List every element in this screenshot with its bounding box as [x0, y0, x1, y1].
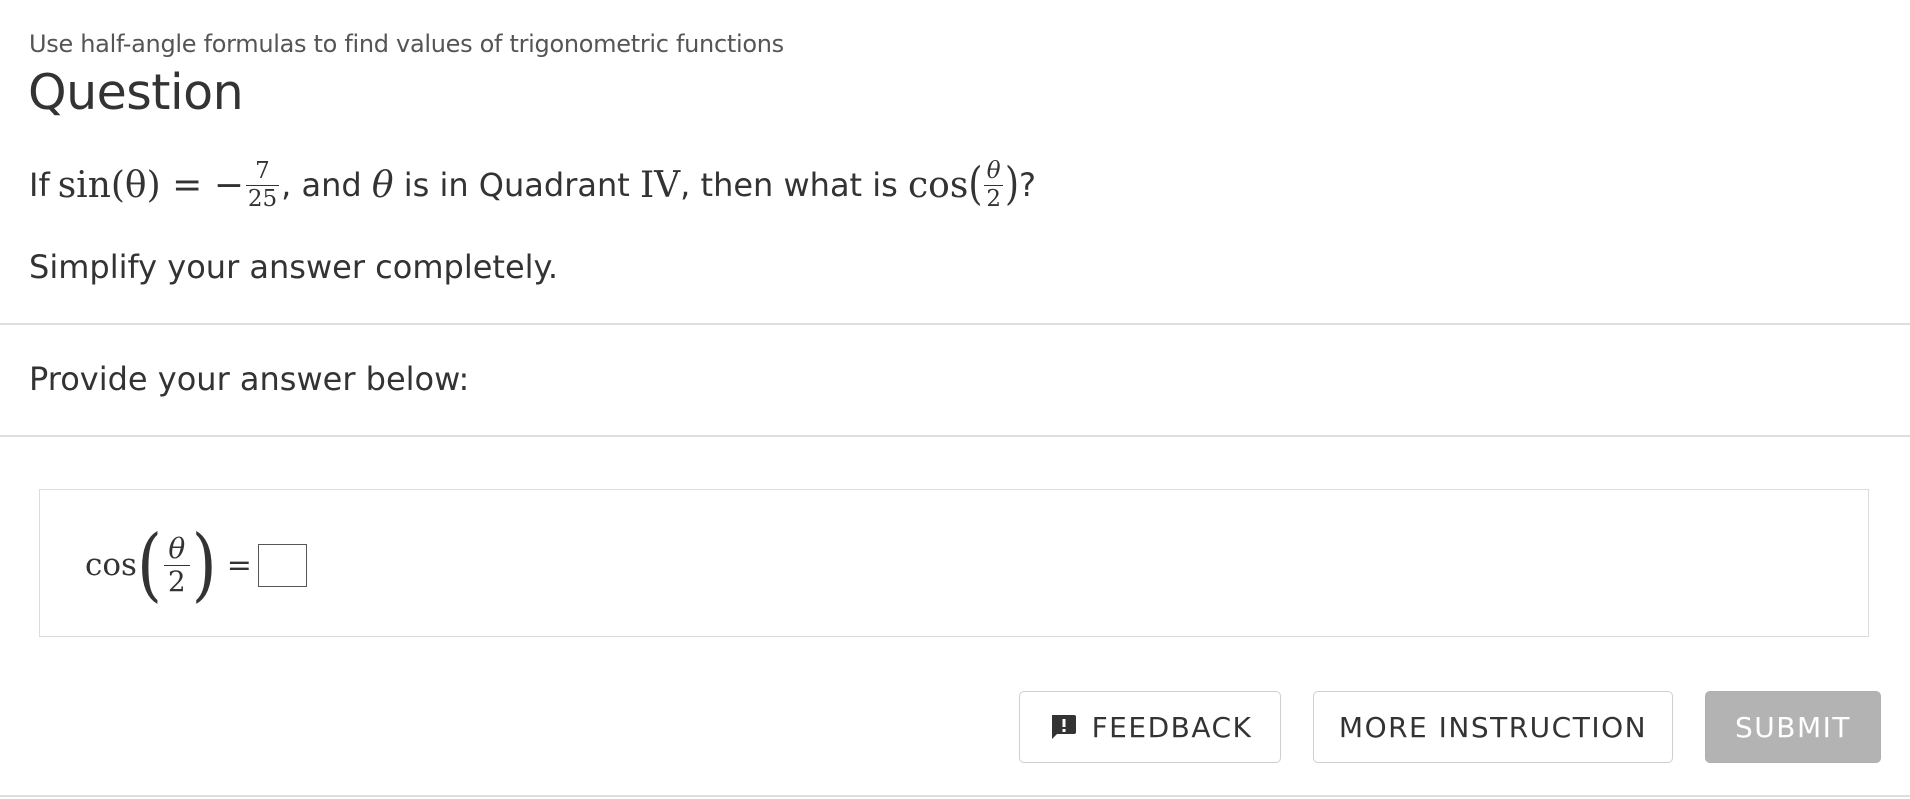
feedback-label: FEEDBACK: [1091, 710, 1253, 744]
answer-input[interactable]: [257, 543, 307, 587]
right-paren: ): [191, 518, 217, 612]
answer-area: cos ( θ 2 ) =: [39, 489, 1869, 637]
instruction-text: Simplify your answer completely.: [29, 248, 559, 286]
answer-cos-function: cos: [85, 547, 137, 583]
page-title: Question: [28, 64, 244, 121]
sin-numerator: 7: [255, 157, 270, 184]
cos-numerator: θ: [986, 157, 1001, 184]
divider: [0, 795, 1910, 797]
question-suffix: ?: [1019, 166, 1037, 204]
question-text: If sin(θ) = − 7 25 , and θ is in Quadran…: [29, 158, 1036, 212]
left-paren: (: [968, 158, 983, 210]
answer-fraction: θ 2: [163, 531, 190, 598]
left-paren: (: [136, 518, 162, 612]
cos-function: cos: [908, 164, 969, 206]
quadrant-label: IV: [639, 164, 681, 206]
theta-symbol: θ: [371, 164, 394, 206]
question-prefix: If: [29, 166, 50, 204]
sin-denominator: 25: [247, 185, 278, 212]
more-instruction-button[interactable]: MORE INSTRUCTION: [1313, 691, 1673, 763]
feedback-icon: [1048, 712, 1078, 742]
question-middle-2: is in Quadrant: [393, 166, 640, 204]
answer-prompt: Provide your answer below:: [29, 360, 470, 398]
answer-denominator: 2: [167, 564, 186, 598]
feedback-button[interactable]: FEEDBACK: [1019, 691, 1281, 763]
answer-expression: cos ( θ 2 ) =: [85, 520, 307, 610]
topic-subtitle: Use half-angle formulas to find values o…: [29, 30, 784, 58]
answer-numerator: θ: [168, 531, 186, 565]
divider: [0, 323, 1910, 325]
sin-expression: sin(θ) = −: [57, 164, 244, 206]
right-paren: ): [1005, 158, 1020, 210]
cos-denominator: 2: [986, 185, 1001, 212]
question-middle-1: , and: [281, 166, 372, 204]
sin-fraction: 7 25: [245, 157, 280, 212]
question-middle-3: , then what is: [680, 166, 908, 204]
divider: [0, 435, 1910, 437]
submit-button[interactable]: SUBMIT: [1705, 691, 1881, 763]
cos-fraction: θ 2: [984, 157, 1003, 212]
equals-sign: =: [226, 547, 252, 583]
